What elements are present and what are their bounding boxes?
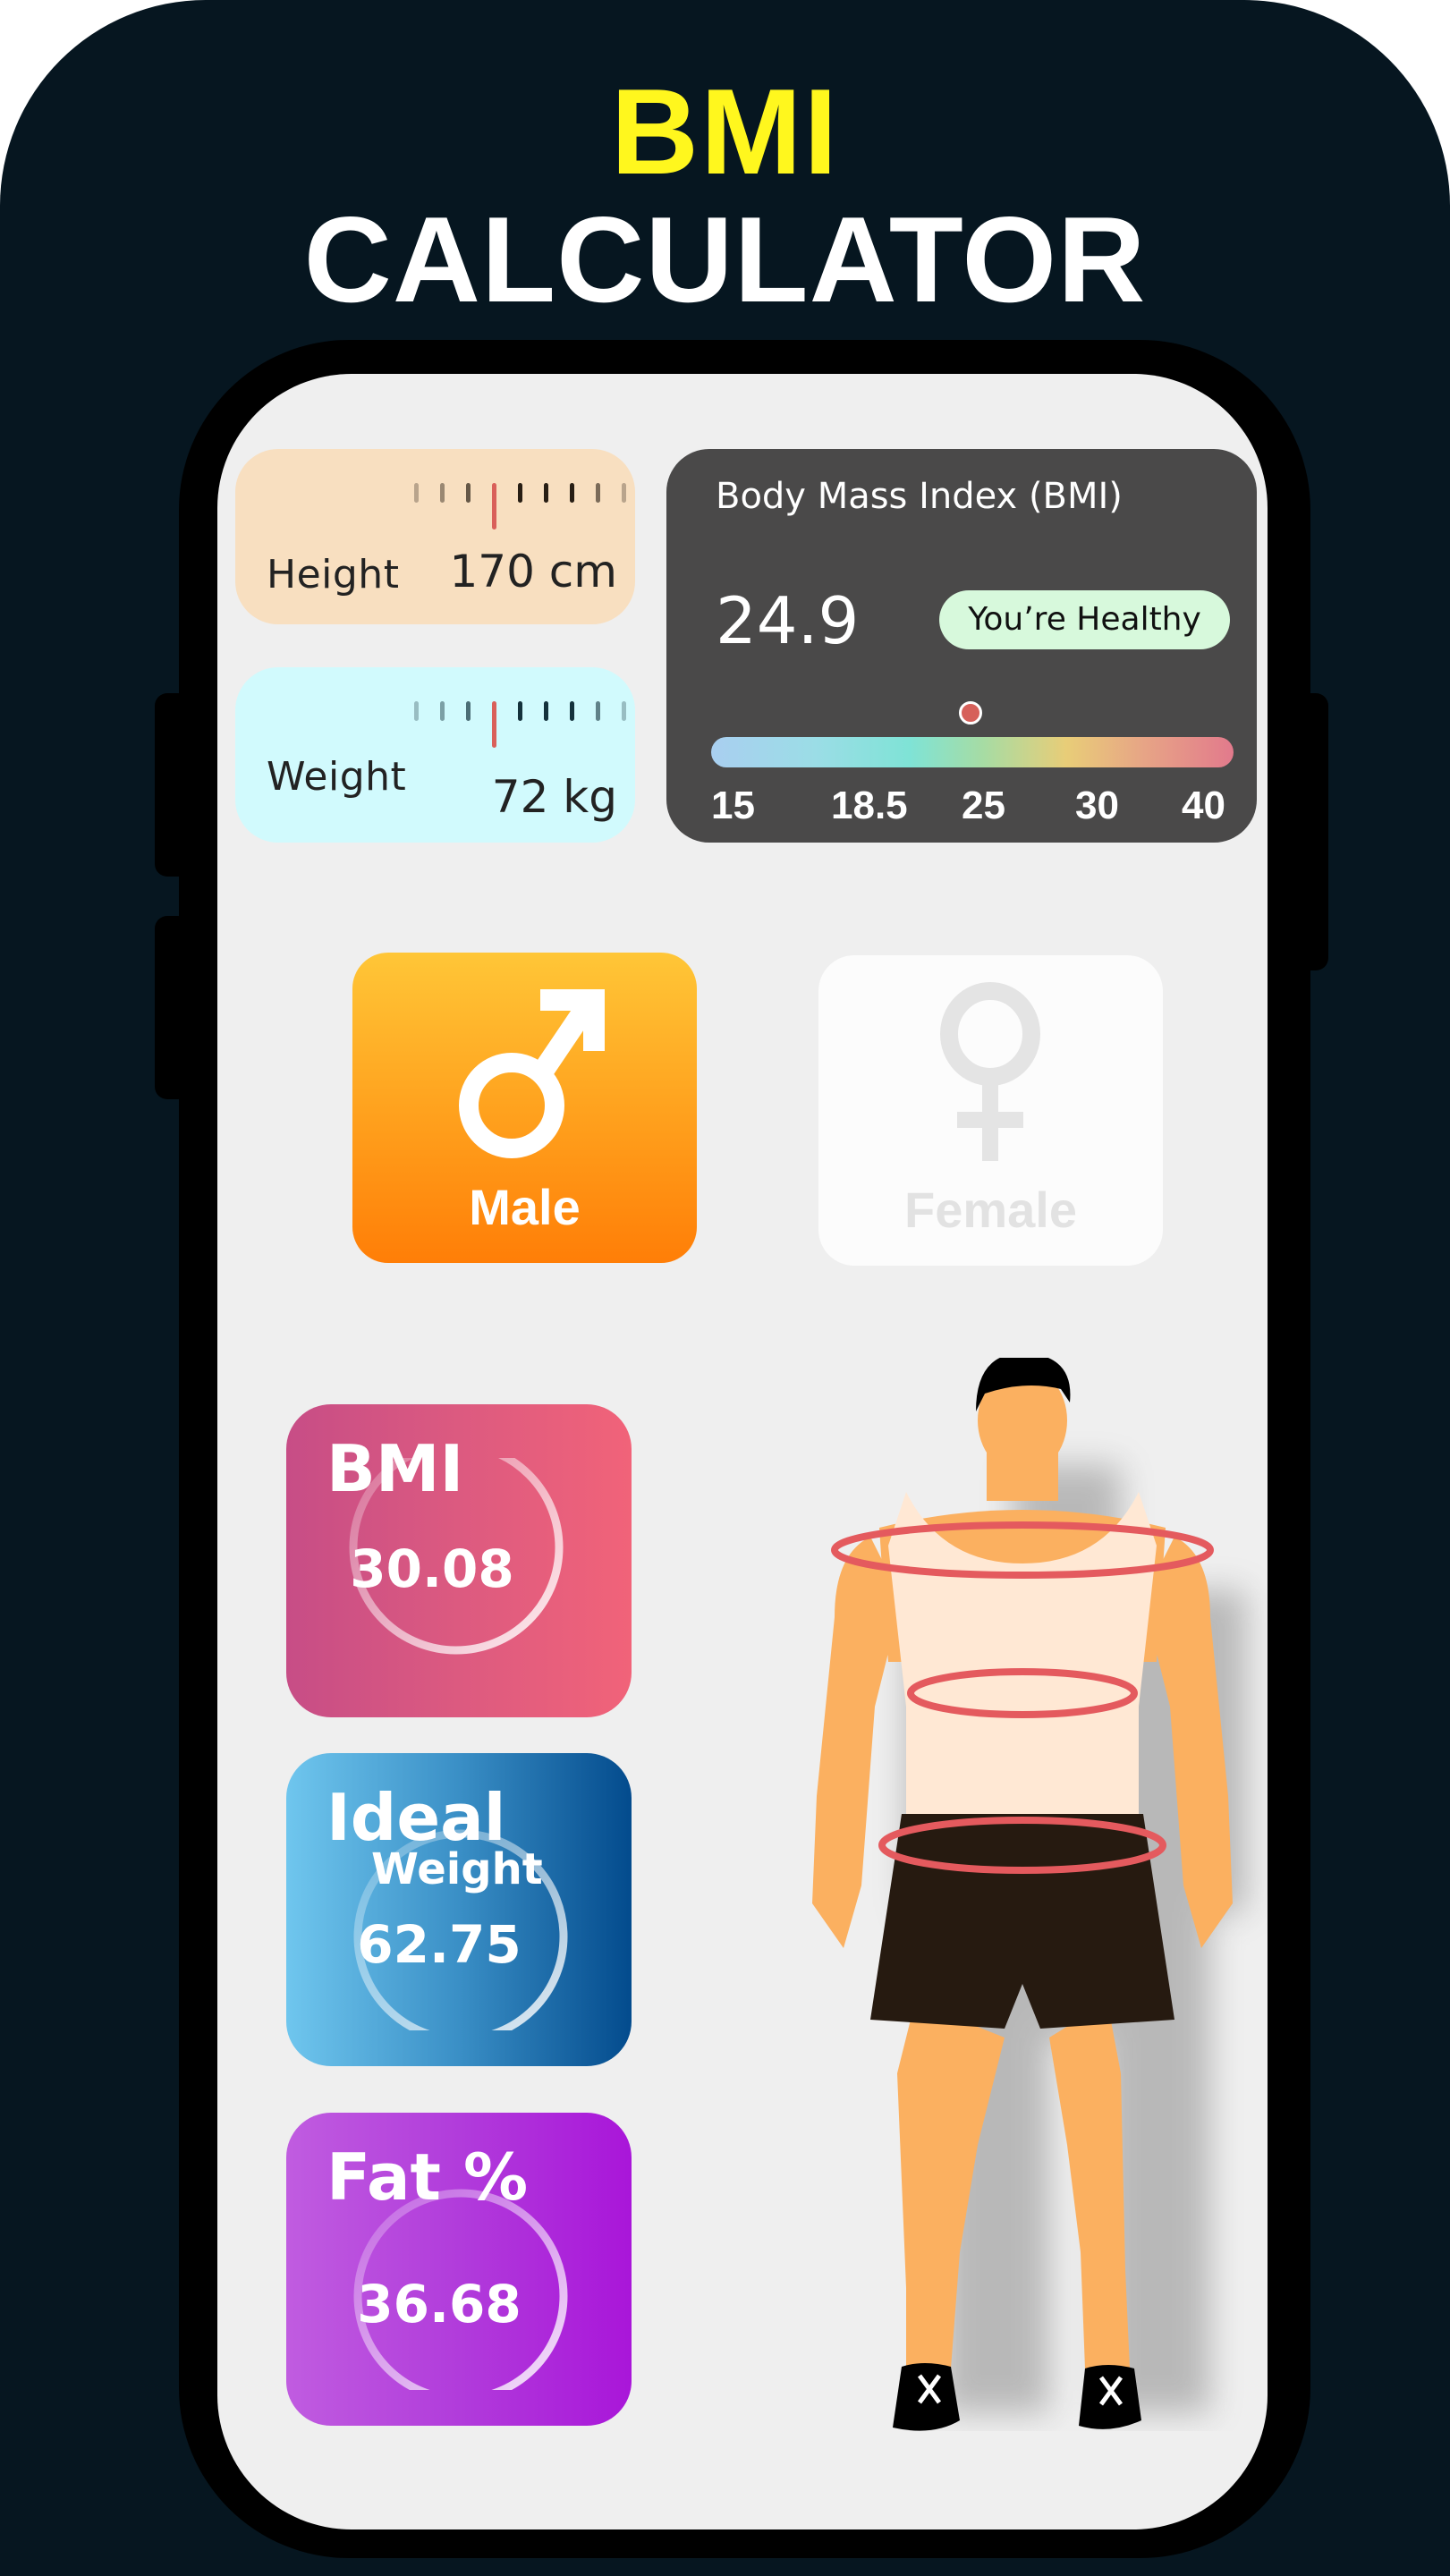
ruler-center-marker: [492, 483, 496, 530]
ruler-tick: [518, 701, 522, 721]
gender-male-button[interactable]: Male: [352, 953, 697, 1263]
height-label: Height: [267, 552, 400, 597]
ruler-tick: [414, 701, 419, 721]
ruler-tick: [466, 483, 471, 503]
weight-card[interactable]: Weight 72 kg: [235, 667, 635, 843]
scale-label: 40: [1182, 784, 1225, 827]
ruler-tick: [622, 483, 626, 503]
ruler-tick: [440, 701, 445, 721]
ruler-tick: [518, 483, 522, 503]
ruler-tick: [414, 483, 419, 503]
result-tile-bmi[interactable]: BMI 30.08: [286, 1404, 632, 1717]
bmi-indicator-dot: [958, 701, 982, 724]
ruler-tick: [570, 701, 574, 721]
female-symbol-icon: [940, 982, 1040, 1161]
status-badge: You’re Healthy: [939, 590, 1230, 649]
bmi-panel-title: Body Mass Index (BMI): [716, 476, 1123, 517]
result-tile-ideal-weight[interactable]: Ideal Weight 62.75: [286, 1753, 632, 2066]
ruler-tick: [596, 701, 600, 721]
bmi-value: 24.9: [716, 583, 860, 658]
ruler-tick: [596, 483, 600, 503]
male-symbol-icon: [459, 989, 605, 1158]
phone-power-button: [1297, 693, 1328, 970]
result-value: 30.08: [350, 1538, 514, 1599]
result-value: 62.75: [357, 1914, 521, 1975]
ruler-tick: [622, 701, 626, 721]
title-bmi: BMI: [610, 64, 840, 199]
title-calculator: CALCULATOR: [303, 191, 1147, 327]
scale-label: 18.5: [831, 784, 908, 827]
ruler-center-marker: [492, 701, 496, 748]
result-subtitle: Weight: [371, 1844, 543, 1894]
weight-ruler-slider[interactable]: [414, 701, 629, 755]
phone-volume-up-button: [155, 693, 191, 877]
app-screen: Height 170 cm Weight 72 kg Body Mass Ind…: [217, 374, 1268, 2529]
result-title: Ideal: [326, 1780, 506, 1855]
ruler-tick: [440, 483, 445, 503]
scale-label: 25: [962, 784, 1005, 827]
gender-female-label: Female: [904, 1182, 1077, 1238]
result-tile-fat-percent[interactable]: Fat % 36.68: [286, 2113, 632, 2426]
shoe-right-icon: [1079, 2365, 1141, 2429]
ruler-tick: [544, 701, 548, 721]
scale-label: 30: [1075, 784, 1119, 827]
phone-volume-down-button: [155, 916, 191, 1099]
result-title: BMI: [326, 1431, 464, 1506]
gender-female-button[interactable]: Female: [818, 955, 1163, 1266]
ruler-tick: [544, 483, 548, 503]
body-illustration: [812, 1358, 1246, 2431]
height-card[interactable]: Height 170 cm: [235, 449, 635, 624]
result-value: 36.68: [357, 2274, 521, 2334]
bmi-scale-bar: [711, 737, 1234, 767]
gender-male-label: Male: [469, 1179, 581, 1235]
height-value: 170 cm: [449, 546, 617, 597]
bmi-panel: Body Mass Index (BMI) 24.9 You’re Health…: [666, 449, 1257, 843]
ruler-tick: [570, 483, 574, 503]
result-title: Fat %: [326, 2140, 529, 2215]
scale-label: 15: [711, 784, 755, 827]
height-ruler-slider[interactable]: [414, 483, 629, 537]
weight-value: 72 kg: [491, 771, 617, 823]
ruler-tick: [466, 701, 471, 721]
weight-label: Weight: [267, 754, 407, 800]
